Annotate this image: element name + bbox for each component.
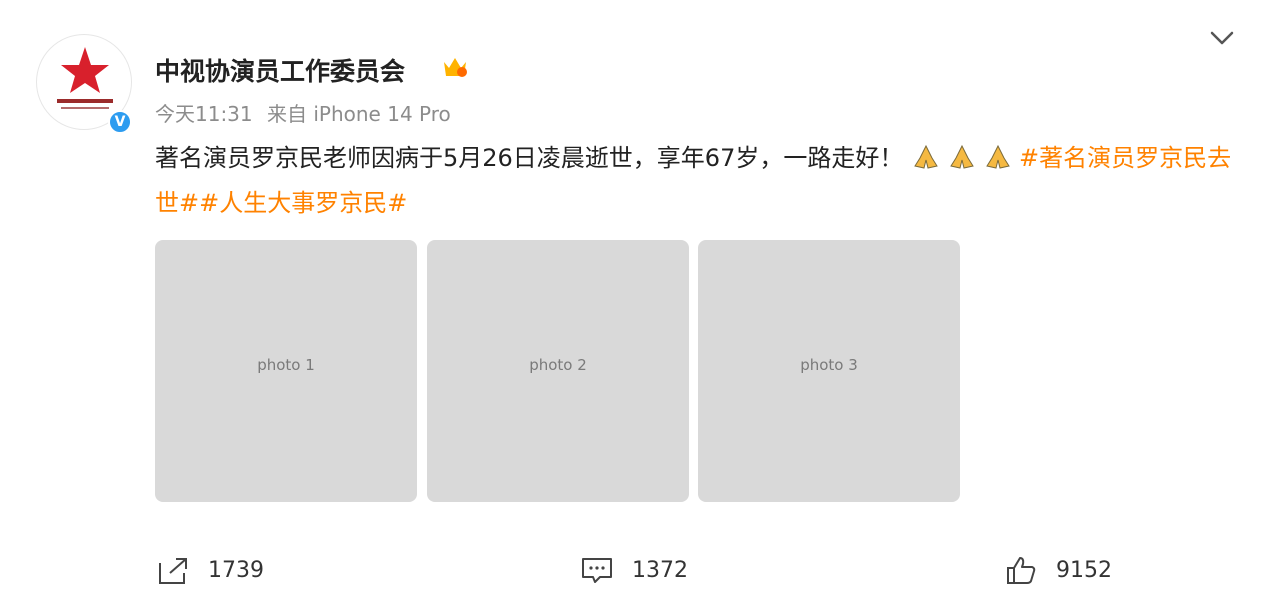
like-button[interactable]: 9152 [1004,554,1112,586]
topic-link[interactable]: #人生大事罗京民# [199,189,407,217]
pray-icon [950,144,974,169]
weibo-post-card: V 中视协演员工作委员会 今天11:31 来自 iPhone 14 Pro 著名… [0,0,1278,608]
post-photo[interactable]: photo 1 [155,240,417,502]
comment-button[interactable]: 1372 [580,554,688,586]
repost-count: 1739 [208,557,264,583]
post-text: 著名演员罗京民老师因病于5月26日凌晨逝世，享年67岁，一路走好！ [155,144,904,172]
chevron-down-icon[interactable] [1208,26,1236,50]
like-count: 9152 [1056,557,1112,583]
comment-icon [582,558,612,583]
repost-icon [159,558,187,584]
thumbs-up-icon [1007,557,1036,584]
post-time[interactable]: 今天11:31 [155,102,253,126]
member-crown-icon[interactable] [440,52,470,82]
pray-icon [914,144,938,169]
comment-count: 1372 [632,557,688,583]
photo-placeholder-label: photo 3 [800,356,858,374]
post-photo[interactable]: photo 3 [698,240,960,502]
photo-placeholder-label: photo 1 [257,356,315,374]
post-content: 著名演员罗京民老师因病于5月26日凌晨逝世，享年67岁，一路走好！ #著名演员罗… [155,136,1245,226]
photo-placeholder-label: photo 2 [529,356,587,374]
post-photo[interactable]: photo 2 [427,240,689,502]
post-source: 来自 iPhone 14 Pro [267,102,451,126]
verified-badge: V [108,110,132,134]
pray-icon [986,144,1010,169]
repost-button[interactable]: 1739 [156,554,264,586]
username[interactable]: 中视协演员工作委员会 [155,52,405,88]
post-meta: 今天11:31 来自 iPhone 14 Pro [155,98,451,127]
action-bar: 1739 1372 9152 [0,540,1278,600]
